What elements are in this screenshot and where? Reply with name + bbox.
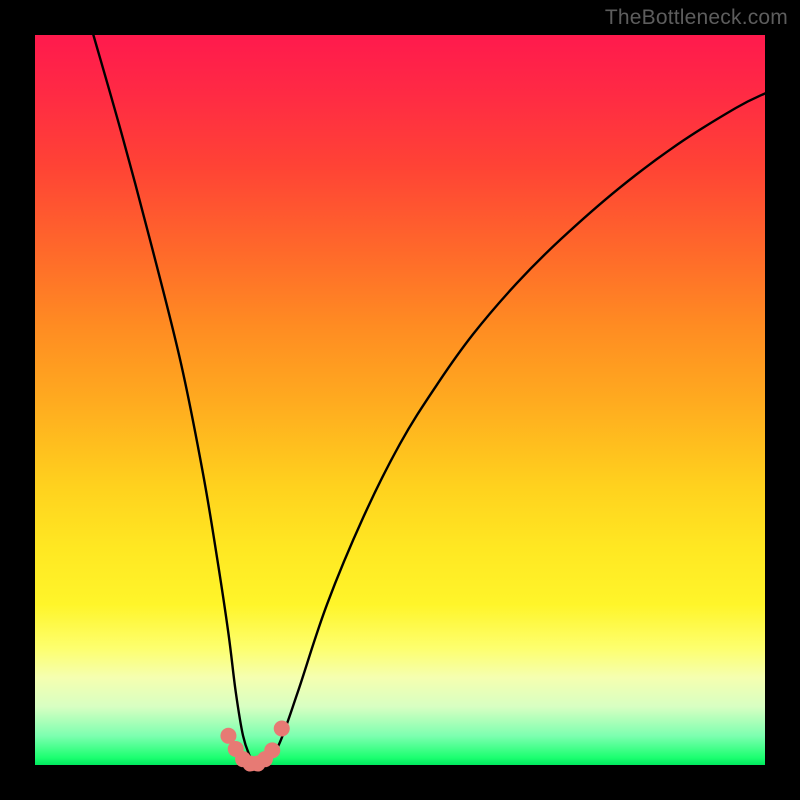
plot-area <box>35 35 765 765</box>
bottleneck-curve <box>93 35 765 766</box>
curve-svg <box>35 35 765 765</box>
marker-dot <box>264 742 280 758</box>
chart-frame: TheBottleneck.com <box>0 0 800 800</box>
marker-dot <box>274 721 290 737</box>
watermark-text: TheBottleneck.com <box>605 6 788 30</box>
